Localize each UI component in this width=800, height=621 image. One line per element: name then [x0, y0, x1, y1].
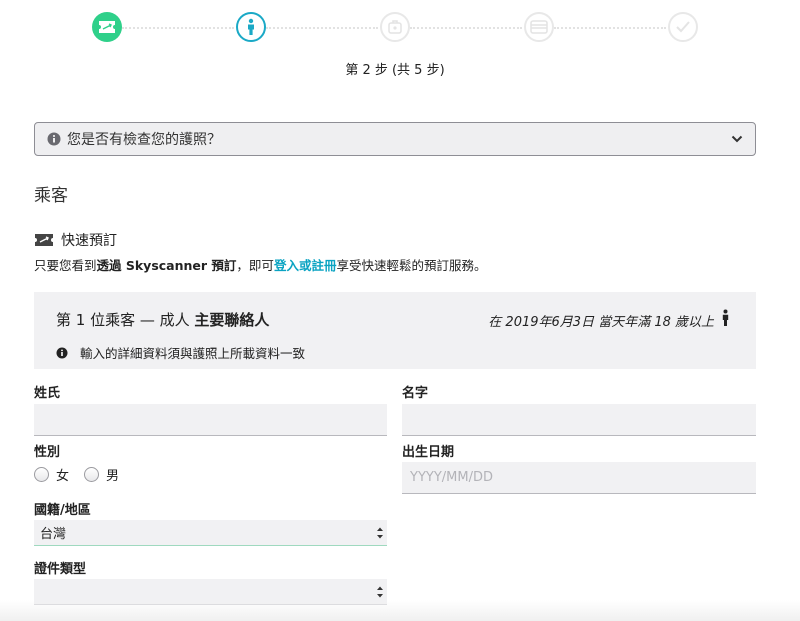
- step-1-flight: [92, 12, 122, 42]
- passenger-title: 第 1 位乘客 — 成人 主要聯絡人: [56, 309, 269, 330]
- step-2-passenger: [236, 12, 266, 42]
- dob-input[interactable]: YYYY/MM/DD: [402, 462, 756, 494]
- gender-radio-male[interactable]: 男: [84, 465, 119, 484]
- progress-stepper: [0, 10, 800, 46]
- passport-match-note: 輸入的詳細資料須與護照上所載資料一致: [56, 343, 305, 362]
- step-3-extras: [380, 12, 410, 42]
- person-icon: [722, 309, 729, 326]
- ticket-icon: [35, 234, 53, 246]
- credit-card-icon: [530, 20, 548, 34]
- select-arrows-icon: [377, 586, 383, 598]
- fast-booking-description: 只要您看到透過 Skyscanner 預訂，即可登入或註冊享受快速輕鬆的預訂服務…: [34, 255, 486, 274]
- checkmark-icon: [676, 21, 690, 33]
- fast-booking-heading: 快速預訂: [34, 230, 117, 250]
- gender-radio-female[interactable]: 女: [34, 465, 69, 484]
- fast-booking-text: ，即可: [236, 258, 274, 273]
- nationality-label: 國籍/地區: [34, 503, 91, 518]
- step-counter: 第 2 步 (共 5 步): [345, 63, 445, 78]
- gender-label: 性別: [34, 445, 61, 460]
- step-5-confirm: [668, 12, 698, 42]
- surname-input[interactable]: [34, 404, 387, 436]
- passenger-title-role: 主要聯絡人: [194, 311, 270, 329]
- gender-option-label: 女: [56, 469, 70, 484]
- radio-circle[interactable]: [34, 467, 49, 482]
- gender-option-label: 男: [106, 469, 120, 484]
- bottom-fade: [0, 600, 800, 621]
- passenger-title-text: 第 1 位乘客 — 成人: [56, 311, 195, 329]
- chevron-down-icon[interactable]: [731, 135, 743, 143]
- radio-circle[interactable]: [84, 467, 99, 482]
- info-icon: [47, 132, 61, 146]
- dob-placeholder: YYYY/MM/DD: [410, 470, 493, 485]
- passenger-age-note: 在 2019年6月3日 當天年滿 18 歲以上: [488, 315, 714, 330]
- section-title-passengers: 乘客: [34, 186, 68, 206]
- step-4-payment: [524, 12, 554, 42]
- login-register-link[interactable]: 登入或註冊: [274, 258, 337, 273]
- passport-question: 您是否有檢查您的護照？: [67, 132, 221, 148]
- fast-booking-text-bold: 透過 Skyscanner 預訂: [96, 258, 237, 273]
- given-name-input[interactable]: [402, 404, 756, 436]
- step-connector: [122, 27, 234, 29]
- nationality-select[interactable]: 台灣: [34, 520, 387, 546]
- passport-match-text: 輸入的詳細資料須與護照上所載資料一致: [80, 346, 306, 361]
- surname-label: 姓氏: [34, 386, 61, 401]
- info-icon: [56, 347, 68, 358]
- passport-check-accordion[interactable]: 您是否有檢查您的護照？: [34, 122, 756, 156]
- fast-booking-label: 快速預訂: [61, 233, 117, 249]
- dob-label: 出生日期: [402, 445, 455, 460]
- step-connector: [266, 27, 378, 29]
- person-icon: [248, 18, 254, 35]
- nationality-value: 台灣: [40, 527, 67, 542]
- fast-booking-text: 享受快速輕鬆的預訂服務。: [336, 258, 487, 273]
- fast-booking-text: 只要您看到: [34, 258, 97, 273]
- given-name-label: 名字: [402, 386, 429, 401]
- passenger-header-panel: 第 1 位乘客 — 成人 主要聯絡人 在 2019年6月3日 當天年滿 18 歲…: [34, 292, 756, 369]
- step-connector: [554, 27, 666, 29]
- document-type-label: 證件類型: [34, 562, 87, 577]
- flight-ticket-icon: [99, 21, 115, 33]
- select-arrows-icon: [377, 527, 383, 539]
- luggage-icon: [388, 20, 402, 34]
- step-connector: [410, 27, 522, 29]
